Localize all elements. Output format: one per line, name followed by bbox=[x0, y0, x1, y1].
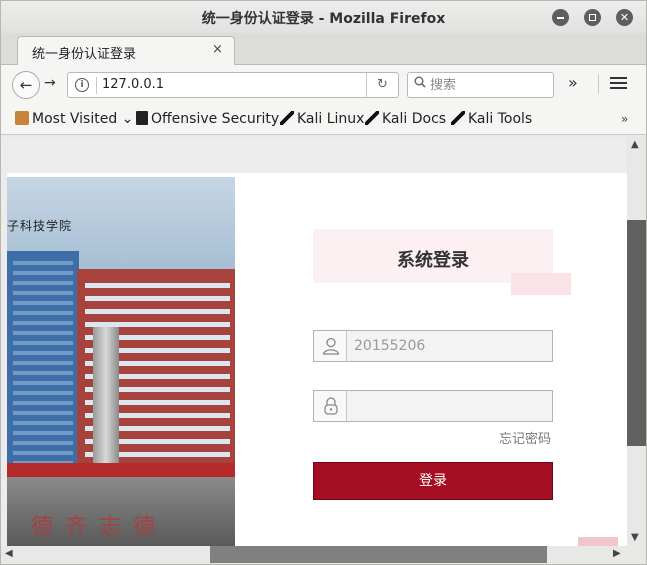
kali-dragon-icon bbox=[280, 111, 294, 125]
kali-dragon-icon bbox=[365, 111, 379, 125]
vertical-scrollbar[interactable]: ▲ ▼ bbox=[627, 137, 646, 546]
close-window-button[interactable]: ✕ bbox=[616, 9, 633, 26]
reload-icon[interactable]: ↻ bbox=[366, 73, 398, 97]
bookmark-offensive-security[interactable]: Offensive Security bbox=[136, 111, 279, 127]
bookmark-label: Kali Tools bbox=[468, 111, 533, 127]
username-field[interactable] bbox=[313, 330, 553, 362]
tab-login[interactable]: 统一身份认证登录 × bbox=[17, 36, 235, 66]
search-bar[interactable] bbox=[407, 72, 554, 98]
bookmark-label: Most Visited bbox=[32, 111, 118, 127]
horizontal-scrollbar[interactable]: ◀ ▶ bbox=[1, 546, 627, 564]
info-icon[interactable]: i bbox=[75, 78, 89, 92]
maximize-button[interactable] bbox=[584, 9, 601, 26]
title-decoration bbox=[511, 273, 571, 295]
bookmarks-overflow-button[interactable]: » bbox=[621, 112, 628, 126]
horizontal-scroll-thumb[interactable] bbox=[210, 546, 547, 563]
login-card: 子科技学院 系统登录 bbox=[7, 173, 627, 546]
browser-window: 统一身份认证登录 - Mozilla Firefox ✕ 统一身份认证登录 × … bbox=[0, 0, 647, 565]
title-bar: 统一身份认证登录 - Mozilla Firefox ✕ bbox=[1, 1, 646, 33]
url-separator bbox=[96, 77, 97, 94]
navigation-toolbar: ← → i 127.0.0.1 ↻ » bbox=[1, 65, 646, 103]
bookmarks-toolbar: Most Visited ⌄ Offensive Security Kali L… bbox=[1, 103, 646, 135]
school-name-sign: 子科技学院 bbox=[7, 219, 73, 233]
password-input[interactable] bbox=[354, 396, 544, 416]
corner-decoration bbox=[578, 537, 618, 546]
bookmark-label: Offensive Security bbox=[151, 111, 280, 127]
url-bar[interactable]: i 127.0.0.1 ↻ bbox=[67, 72, 399, 98]
tab-close-icon[interactable]: × bbox=[212, 42, 223, 57]
forward-button[interactable]: → bbox=[44, 75, 56, 91]
login-title: 系统登录 bbox=[397, 250, 469, 271]
password-field[interactable] bbox=[313, 390, 553, 422]
user-icon bbox=[314, 331, 347, 361]
inscribed-rock bbox=[7, 477, 235, 546]
scroll-left-icon[interactable]: ◀ bbox=[5, 548, 13, 559]
login-panel: 系统登录 忘记密码 登录 bbox=[313, 173, 571, 546]
login-button[interactable]: 登录 bbox=[313, 462, 553, 500]
url-text[interactable]: 127.0.0.1 bbox=[102, 77, 164, 92]
lock-icon bbox=[314, 391, 347, 421]
page-content: 子科技学院 系统登录 bbox=[1, 137, 627, 546]
bookmark-label: Kali Docs bbox=[382, 111, 447, 127]
toolbar-overflow-button[interactable]: » bbox=[568, 73, 578, 92]
tab-strip: 统一身份认证登录 × + bbox=[1, 33, 646, 93]
username-input[interactable] bbox=[354, 336, 544, 356]
search-input[interactable] bbox=[430, 76, 548, 94]
bookmark-label: Kali Linux bbox=[297, 111, 365, 127]
back-button[interactable]: ← bbox=[12, 71, 40, 99]
minimize-button[interactable] bbox=[552, 9, 569, 26]
menu-icon[interactable] bbox=[610, 77, 627, 91]
bookmark-most-visited[interactable]: Most Visited ⌄ bbox=[15, 111, 133, 127]
folder-icon bbox=[15, 111, 29, 125]
toolbar-separator bbox=[598, 74, 599, 94]
building-left bbox=[7, 251, 79, 481]
bookmark-kali-docs[interactable]: Kali Docs bbox=[365, 111, 446, 127]
tab-label: 统一身份认证登录 bbox=[32, 47, 137, 62]
vertical-scroll-thumb[interactable] bbox=[627, 220, 646, 446]
kali-dragon-icon bbox=[451, 111, 465, 125]
red-banner bbox=[7, 463, 235, 477]
chevron-down-icon: ⌄ bbox=[121, 111, 134, 127]
campus-photo: 子科技学院 bbox=[7, 177, 235, 546]
bookmark-kali-linux[interactable]: Kali Linux bbox=[280, 111, 364, 127]
scroll-up-icon[interactable]: ▲ bbox=[631, 139, 639, 150]
scroll-right-icon[interactable]: ▶ bbox=[613, 548, 621, 559]
forgot-password-link[interactable]: 忘记密码 bbox=[499, 428, 551, 447]
window-title: 统一身份认证登录 - Mozilla Firefox bbox=[201, 11, 446, 27]
offsec-icon bbox=[136, 111, 148, 125]
bookmark-kali-tools[interactable]: Kali Tools bbox=[451, 111, 532, 127]
search-icon bbox=[414, 76, 426, 92]
scroll-down-icon[interactable]: ▼ bbox=[631, 532, 639, 543]
